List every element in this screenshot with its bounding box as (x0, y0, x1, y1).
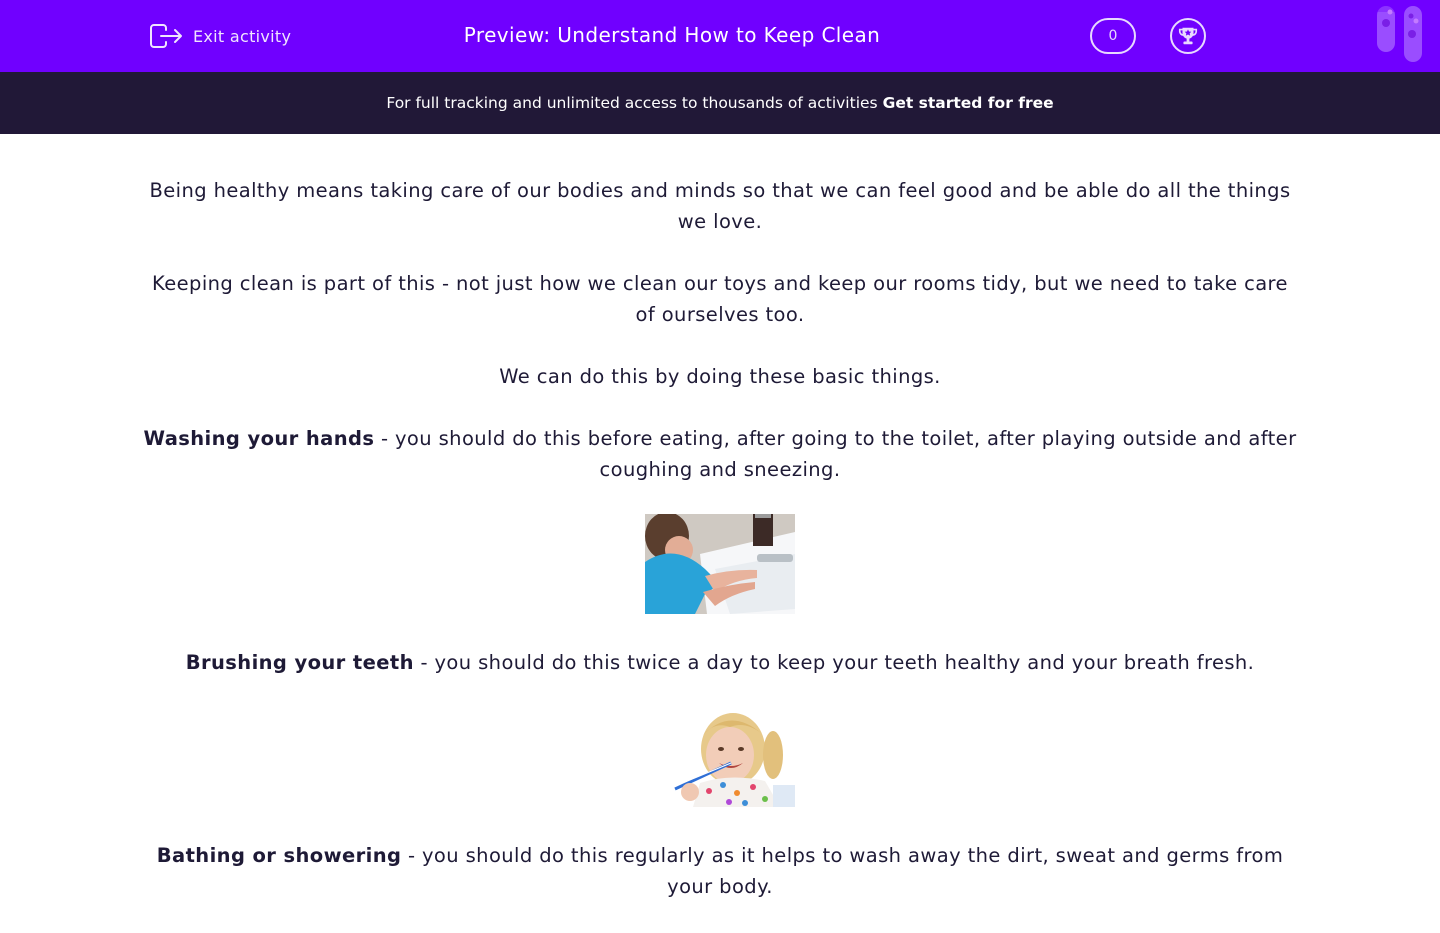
top-bar: Exit activity Preview: Understand How to… (0, 0, 1440, 72)
teeth-brushing-paragraph: Brushing your teeth - you should do this… (140, 647, 1300, 678)
trophy-icon (1178, 27, 1198, 45)
page-title: Preview: Understand How to Keep Clean (463, 23, 881, 47)
score-badge: 0 (1090, 18, 1136, 54)
get-started-link[interactable]: Get started for free (883, 94, 1054, 112)
signup-banner: For full tracking and unlimited access t… (0, 72, 1440, 134)
trophy-button[interactable] (1170, 18, 1206, 54)
hand-washing-desc: - you should do this before eating, afte… (374, 427, 1297, 481)
teeth-brushing-term: Brushing your teeth (185, 651, 414, 674)
bathing-term: Bathing or showering (156, 844, 402, 867)
basic-things-paragraph: We can do this by doing these basic thin… (499, 365, 941, 388)
bathing-paragraph: Bathing or showering - you should do thi… (140, 840, 1300, 902)
banner-text: For full tracking and unlimited access t… (386, 94, 878, 112)
hand-washing-image (645, 514, 795, 614)
hand-washing-paragraph: Washing your hands - you should do this … (140, 423, 1300, 485)
keeping-clean-paragraph: Keeping clean is part of this - not just… (152, 272, 1288, 326)
intro-paragraph: Being healthy means taking care of our b… (149, 179, 1291, 233)
teeth-brushing-desc: - you should do this twice a day to keep… (413, 651, 1255, 674)
activity-content: Being healthy means taking care of our b… (140, 175, 1300, 933)
hand-washing-term: Washing your hands (143, 427, 375, 450)
bathing-desc: - you should do this regularly as it hel… (401, 844, 1284, 898)
test-tubes-icon (1377, 6, 1422, 62)
score-value: 0 (1108, 28, 1118, 44)
teeth-brushing-image (645, 707, 795, 807)
